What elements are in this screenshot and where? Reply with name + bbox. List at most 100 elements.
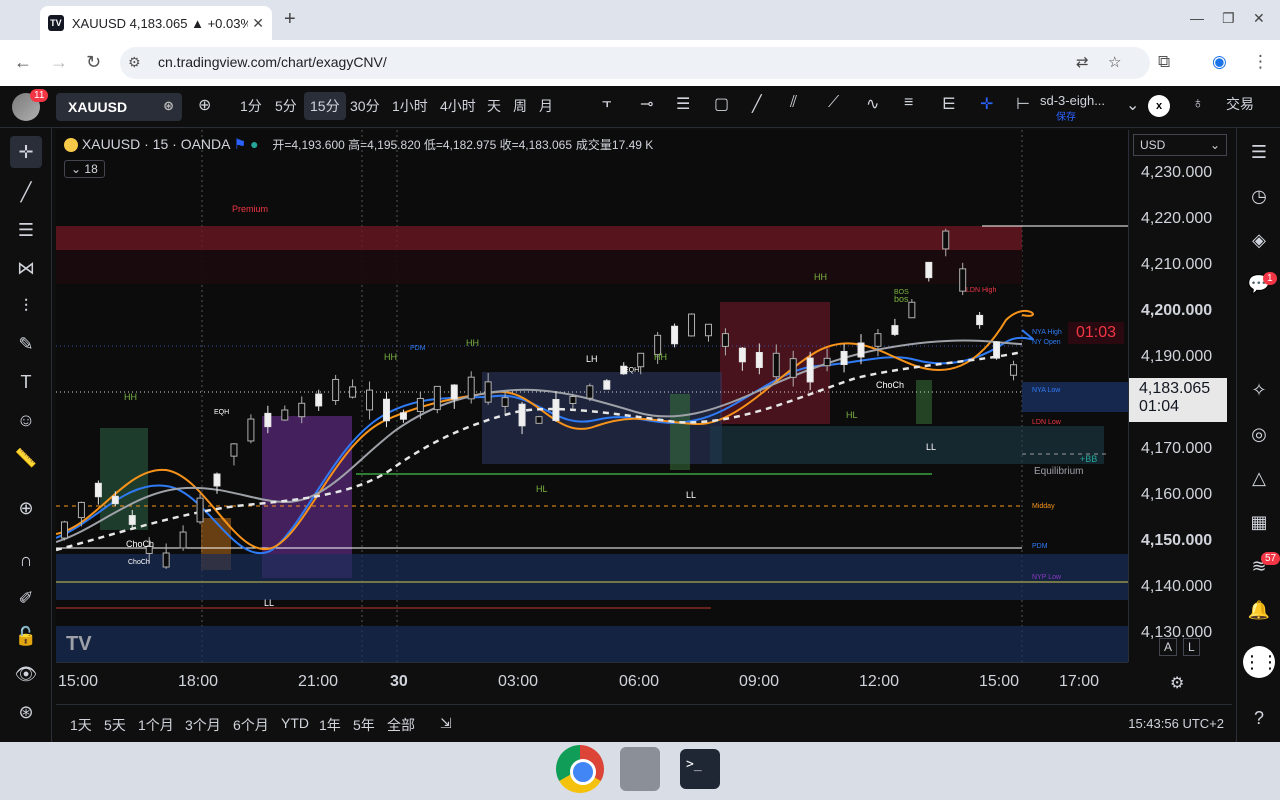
script-name[interactable]: sd-3-eigh...: [1040, 93, 1105, 108]
long-position-icon[interactable]: ⫟: [602, 94, 612, 112]
rectangle-icon[interactable]: ▢: [714, 94, 729, 114]
chevron-down-icon[interactable]: ⌄: [1126, 95, 1139, 115]
pattern-tool-icon[interactable]: ⋈: [14, 256, 38, 280]
crosshair-icon[interactable]: ✛: [10, 136, 42, 168]
timeframe-week[interactable]: 周: [513, 96, 527, 116]
calendar-icon[interactable]: ▦: [1247, 510, 1271, 534]
brush-tool-icon[interactable]: ✎: [14, 332, 38, 356]
time-label: 12:00: [859, 673, 900, 690]
utc-clock[interactable]: 15:43:56 UTC+2: [1128, 716, 1224, 731]
pitchfork-icon[interactable]: ⋿: [942, 94, 956, 114]
chrome-taskbar-icon[interactable]: [556, 745, 604, 793]
legend-title[interactable]: XAUUSD · 15 · OANDA: [82, 136, 230, 152]
range-6m[interactable]: 6个月: [233, 715, 269, 735]
range-3m[interactable]: 3个月: [185, 715, 221, 735]
timeframe-4h[interactable]: 4小时: [440, 96, 476, 116]
maximize-icon[interactable]: ❐: [1222, 10, 1235, 27]
timeframe-5m[interactable]: 5分: [275, 96, 297, 116]
path-icon[interactable]: ∿: [866, 94, 879, 114]
notification-bell-icon[interactable]: 🔔: [1247, 598, 1271, 622]
structure-label: EQH: [214, 409, 229, 416]
alerts-clock-icon[interactable]: ◷: [1247, 184, 1271, 208]
profile-icon[interactable]: ◉: [1212, 52, 1227, 72]
script-save-label[interactable]: 保存: [1056, 108, 1076, 123]
emoji-tool-icon[interactable]: ☺: [14, 408, 38, 432]
bookmark-star-icon[interactable]: ☆: [1108, 53, 1121, 71]
currency-select[interactable]: USD ⌄: [1133, 134, 1227, 156]
time-axis[interactable]: 15:00 18:00 21:00 30 03:00 06:00 09:00 1…: [56, 662, 1184, 702]
url-text: cn.tradingview.com/chart/exagyCNV/: [158, 54, 387, 70]
ruler-tool-icon[interactable]: 📏: [14, 446, 38, 470]
fib-retrace-icon[interactable]: ≡: [904, 94, 913, 112]
ray-icon[interactable]: ⟋: [828, 94, 839, 112]
range-5d[interactable]: 5天: [104, 715, 126, 735]
signal-icon[interactable]: △: [1247, 466, 1271, 490]
candle-body: [128, 515, 136, 525]
terminal-taskbar-icon[interactable]: >_: [680, 749, 720, 789]
fib-tool-icon[interactable]: ☰: [14, 218, 38, 242]
compare-add-icon[interactable]: ⊕: [198, 95, 211, 115]
apps-grid-icon[interactable]: ⋮⋮: [1243, 646, 1279, 678]
horizontal-ray-icon[interactable]: ⊸: [640, 94, 653, 114]
address-bar[interactable]: ⚙ cn.tradingview.com/chart/exagyCNV/ ⇄ ☆: [120, 47, 1150, 79]
chart-canvas[interactable]: Premium Equilibrium Midday HH HH LH HH H…: [56, 130, 1128, 662]
lock-icon[interactable]: 🔓: [14, 624, 38, 648]
fib-icon[interactable]: ☰: [676, 94, 690, 114]
settings-gear-icon[interactable]: ⚙: [1170, 673, 1184, 693]
menu-icon[interactable]: ⋮: [1252, 52, 1269, 72]
range-ytd[interactable]: YTD: [281, 715, 309, 731]
app-taskbar-icon[interactable]: [620, 747, 660, 791]
range-5y[interactable]: 5年: [353, 715, 375, 735]
forward-icon[interactable]: →: [50, 52, 68, 73]
goto-date-icon[interactable]: ⇲: [440, 715, 452, 732]
trendline-tool-icon[interactable]: ╱: [14, 180, 38, 204]
globe-icon[interactable]: ⊛: [14, 700, 38, 724]
range-1m[interactable]: 1个月: [138, 715, 174, 735]
browser-tab[interactable]: TV XAUUSD 4,183.065 ▲ +0.03% ✕: [40, 6, 272, 40]
tab-close-icon[interactable]: ✕: [252, 15, 264, 32]
timeframe-day[interactable]: 天: [487, 96, 501, 116]
extensions-icon[interactable]: ⧉: [1158, 52, 1170, 72]
trendline-icon[interactable]: ╱: [752, 94, 762, 114]
minimize-icon[interactable]: —: [1190, 10, 1204, 26]
translate-icon[interactable]: ⇄: [1076, 53, 1089, 71]
premium-zone: [56, 226, 1022, 250]
timeframe-30m[interactable]: 30分: [350, 96, 380, 116]
zoom-in-icon[interactable]: ⊕: [14, 496, 38, 520]
magnet-icon[interactable]: ∩: [14, 548, 38, 572]
symbol-search-button[interactable]: XAUUSD ⊛: [56, 93, 182, 121]
close-button[interactable]: x: [1148, 95, 1170, 117]
timeframe-15m[interactable]: 15分: [304, 92, 346, 120]
target-icon[interactable]: ◎: [1247, 422, 1271, 446]
range-1d[interactable]: 1天: [70, 715, 92, 735]
stay-drawing-icon[interactable]: ✐: [14, 586, 38, 610]
range-all[interactable]: 全部: [387, 715, 415, 735]
price-axis[interactable]: USD ⌄ 4,230.000 4,220.000 4,210.000 4,20…: [1128, 130, 1232, 662]
flag-icon[interactable]: ⚑: [234, 136, 247, 152]
back-icon[interactable]: ←: [14, 52, 32, 73]
auto-scale-button[interactable]: A: [1159, 638, 1178, 656]
timeframe-1m[interactable]: 1分: [240, 96, 262, 116]
text-tool-icon[interactable]: T: [14, 370, 38, 394]
site-info-icon[interactable]: ⚙: [128, 54, 141, 71]
time-label: 15:00: [58, 673, 99, 690]
range-1y[interactable]: 1年: [319, 715, 341, 735]
ideas-icon[interactable]: ✧: [1247, 378, 1271, 402]
layers-icon[interactable]: ◈: [1247, 228, 1271, 252]
price-range-icon[interactable]: ⊢: [1016, 94, 1030, 114]
indicator-collapse-button[interactable]: ⌄ 18: [64, 160, 105, 178]
forecast-tool-icon[interactable]: ⫶: [14, 294, 38, 318]
eye-icon[interactable]: 👁: [14, 662, 38, 686]
reload-icon[interactable]: ↻: [86, 52, 101, 73]
parallel-channel-icon[interactable]: ⫽: [790, 94, 797, 112]
new-tab-icon[interactable]: +: [284, 8, 296, 31]
trade-button[interactable]: 交易: [1226, 94, 1254, 114]
timeframe-month[interactable]: 月: [539, 96, 553, 116]
crosshair-mode-icon[interactable]: ✛: [980, 94, 993, 114]
log-scale-button[interactable]: L: [1183, 638, 1200, 656]
timeframe-1h[interactable]: 1小时: [392, 96, 428, 116]
help-icon[interactable]: ?: [1247, 706, 1271, 730]
lightbulb-icon[interactable]: ♁: [1192, 95, 1204, 113]
watchlist-icon[interactable]: ☰: [1247, 140, 1271, 164]
window-close-icon[interactable]: ✕: [1253, 10, 1265, 27]
